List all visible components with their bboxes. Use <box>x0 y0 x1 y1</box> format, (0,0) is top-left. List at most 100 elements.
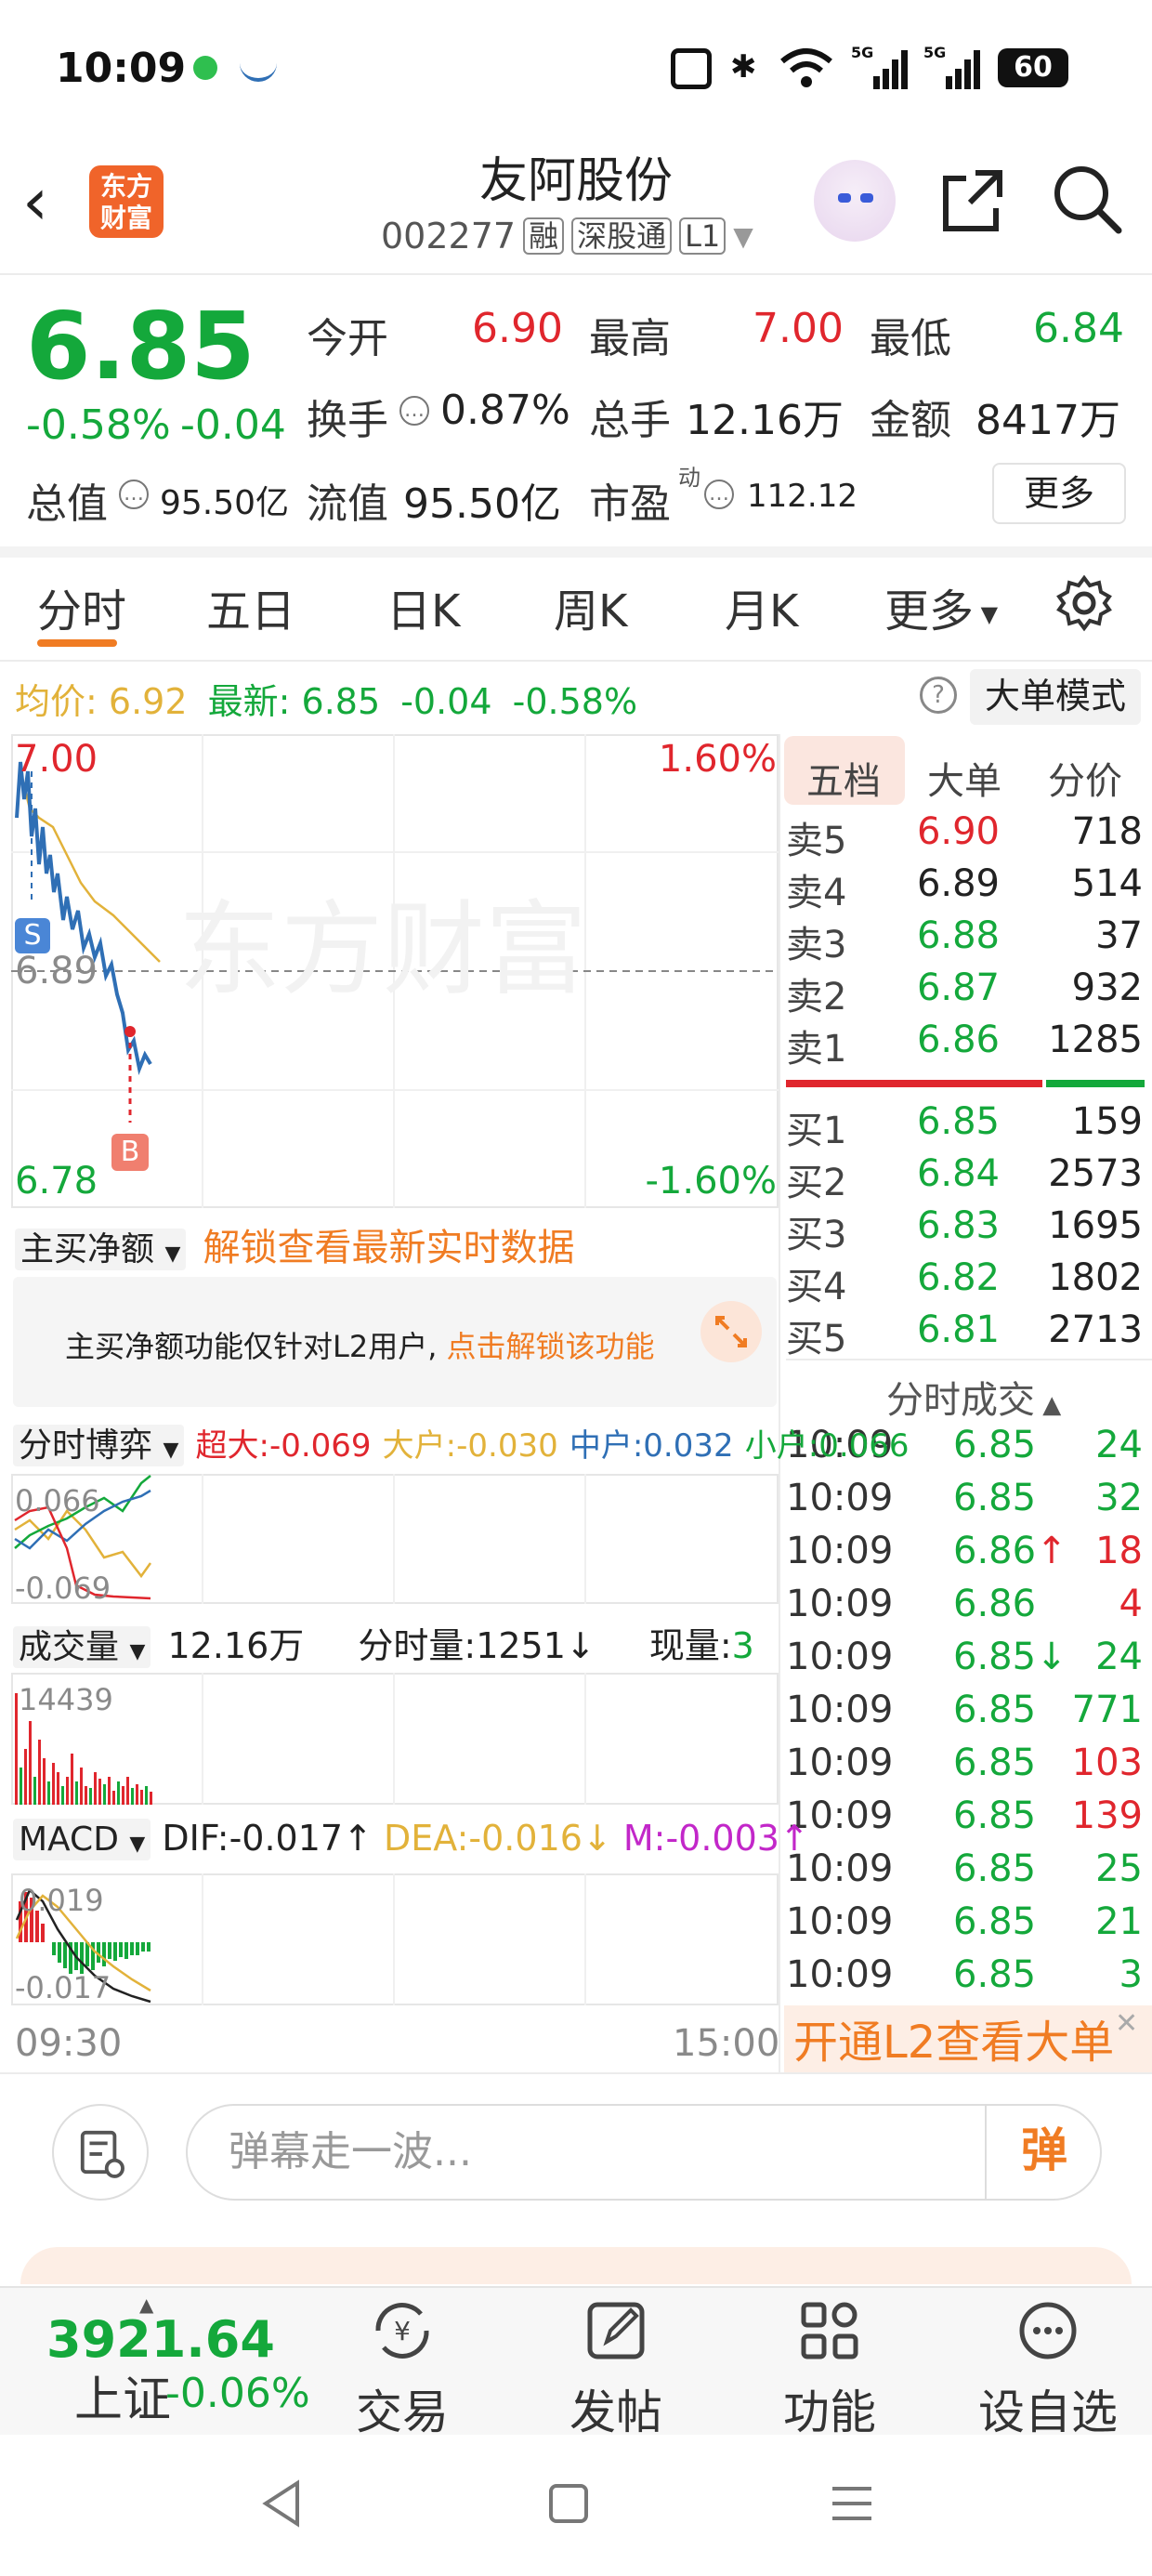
sell-level-price: 6.89 <box>916 862 1000 905</box>
macd-chart[interactable] <box>11 1873 779 2005</box>
trade-volume: 24 <box>1095 1636 1143 1678</box>
net-buy-dropdown-label: 主买净额 <box>20 1230 155 1268</box>
tab-price-distribution[interactable]: 分价 <box>1048 751 1122 805</box>
sell-level-row[interactable]: 卖4 6.89 514 <box>786 862 1148 914</box>
game-chart[interactable] <box>11 1474 779 1604</box>
unlock-realtime-link[interactable]: 解锁查看最新实时数据 <box>203 1227 574 1269</box>
caret-down-icon: ▼ <box>733 220 753 252</box>
sell-level-row[interactable]: 卖5 6.90 718 <box>786 810 1148 862</box>
volume-dropdown[interactable]: 成交量 ▼ <box>13 1626 151 1668</box>
buy-level-row[interactable]: 买2 6.84 2573 <box>786 1152 1148 1204</box>
sell-level-row[interactable]: 卖3 6.88 37 <box>786 914 1148 966</box>
latest-value: 6.85 <box>301 681 381 722</box>
volume-bar <box>43 1758 46 1805</box>
tab-more[interactable]: 更多 ▼ <box>884 574 998 639</box>
functions-button[interactable]: 功能 <box>760 2293 899 2442</box>
pe-dynamic-sup: 动 <box>678 465 700 491</box>
nav-home-icon[interactable] <box>548 2483 589 2524</box>
trade-row: 10:09 6.86↑ 18 <box>786 1530 1148 1582</box>
buy-level-row[interactable]: 买4 6.82 1802 <box>786 1256 1148 1308</box>
edit-icon <box>587 2302 645 2359</box>
signal-5g-icon-2: 5G <box>923 44 980 89</box>
search-icon[interactable] <box>1050 162 1124 236</box>
macd-row: MACD ▼ DIF:-0.017↑ DEA:-0.016↓ M:-0.003↑ <box>13 1818 809 1860</box>
close-icon[interactable]: ✕ <box>1115 2007 1138 2040</box>
svg-text:¥: ¥ <box>394 2316 411 2346</box>
sell-marker[interactable]: S <box>15 918 50 953</box>
net-buy-row: 主买净额 ▼ 解锁查看最新实时数据 <box>15 1217 574 1271</box>
current-price: 6.85 <box>26 292 255 401</box>
unlock-feature-link[interactable]: 点击解锁该功能 <box>447 1329 655 1364</box>
turnover-label: 换手 <box>307 397 388 444</box>
add-watchlist-button[interactable]: 设自选 <box>974 2293 1122 2442</box>
buy-marker[interactable]: B <box>111 1134 149 1171</box>
ai-assistant-robot-icon[interactable] <box>814 160 896 242</box>
info-icon[interactable]: … <box>119 480 149 509</box>
change-percent: -0.58% <box>26 401 171 449</box>
danmaku-input[interactable]: 弹幕走一波... <box>186 2104 1102 2201</box>
large-value: -0.030 <box>456 1427 558 1465</box>
current-volume-value: 3 <box>731 1625 754 1666</box>
trades-title[interactable]: 分时成交 ▲ <box>886 1370 1061 1424</box>
margin-tag: 融 <box>523 217 565 255</box>
trade-row: 10:09 6.85 32 <box>786 1477 1148 1529</box>
danmaku-send-button[interactable]: 弹 <box>985 2104 1102 2201</box>
macd-dropdown[interactable]: MACD ▼ <box>13 1819 151 1860</box>
trades-title-label: 分时成交 <box>886 1379 1035 1422</box>
help-icon[interactable]: ? <box>920 677 957 714</box>
gear-icon[interactable] <box>1055 574 1113 632</box>
tab-weekly-k[interactable]: 周K <box>554 574 627 639</box>
trade-volume: 3 <box>1119 1953 1143 1996</box>
nav-menu-icon[interactable] <box>831 2483 873 2524</box>
net-buy-dropdown[interactable]: 主买净额 ▼ <box>15 1229 187 1270</box>
change-amount: -0.04 <box>180 401 286 449</box>
mktcap-value: 95.50亿 <box>160 484 290 522</box>
volume-bar <box>136 1784 138 1805</box>
sell-level-row[interactable]: 卖1 6.86 1285 <box>786 1019 1148 1071</box>
big-order-mode-button[interactable]: 大单模式 <box>970 669 1141 725</box>
amount-label: 金额 <box>870 397 951 444</box>
game-dropdown[interactable]: 分时博弈 ▼ <box>13 1425 185 1466</box>
buy-level-price: 6.82 <box>916 1256 1000 1299</box>
notice-banner-peek[interactable] <box>20 2247 1132 2284</box>
buy-level-row[interactable]: 买1 6.85 159 <box>786 1100 1148 1152</box>
buy-level-row[interactable]: 买3 6.83 1695 <box>786 1204 1148 1256</box>
trade-time: 10:09 <box>786 1583 894 1625</box>
avg-label: 均价: <box>15 681 98 722</box>
tab-intraday[interactable]: 分时 <box>37 574 126 639</box>
volume-chart[interactable] <box>11 1673 779 1805</box>
mid-label: 中户: <box>569 1427 644 1465</box>
l2-upgrade-banner[interactable]: 开通L2查看大单 <box>784 2005 1152 2080</box>
tab-monthly-k[interactable]: 月K <box>725 574 798 639</box>
buy-level-volume: 1695 <box>1048 1204 1143 1247</box>
stock-code-row[interactable]: 002277 融 深股通 L1 ▼ <box>381 216 753 256</box>
buy-level-row[interactable]: 买5 6.81 2713 <box>786 1308 1148 1360</box>
bluetooth-icon: ✱ <box>730 48 757 85</box>
volume-bar <box>117 1781 120 1805</box>
sell-level-row[interactable]: 卖2 6.87 932 <box>786 966 1148 1019</box>
tab-five-levels[interactable]: 五档 <box>806 751 881 805</box>
trade-price: 6.86↑ <box>953 1530 1067 1572</box>
minute-volume-value: 1251↓ <box>476 1625 596 1666</box>
tab-more-label: 更多 <box>884 585 975 637</box>
expand-icon[interactable] <box>700 1301 762 1362</box>
caret-down-icon: ▼ <box>129 1640 146 1663</box>
pe-value: 112.12 <box>747 478 857 515</box>
nav-back-icon[interactable] <box>260 2479 303 2528</box>
svg-text:5G: 5G <box>923 44 946 61</box>
volume-bar <box>75 1781 78 1805</box>
trade-button[interactable]: ¥ 交易 <box>333 2293 472 2442</box>
buy-level-volume: 2713 <box>1048 1308 1143 1351</box>
tab-five-day[interactable]: 五日 <box>206 574 295 639</box>
share-icon[interactable] <box>938 165 1009 236</box>
game-y-bottom: -0.069 <box>15 1571 111 1606</box>
tab-daily-k[interactable]: 日K <box>386 574 460 639</box>
post-button[interactable]: 发帖 <box>546 2293 686 2442</box>
price-line <box>15 761 152 1075</box>
info-icon[interactable]: … <box>399 396 429 426</box>
danmaku-settings-icon[interactable] <box>52 2104 149 2201</box>
tab-big-orders[interactable]: 大单 <box>927 751 1001 805</box>
more-quote-button[interactable]: 更多 <box>992 463 1126 524</box>
info-icon[interactable]: … <box>704 480 734 509</box>
time-axis-end: 15:00 <box>673 2022 780 2065</box>
